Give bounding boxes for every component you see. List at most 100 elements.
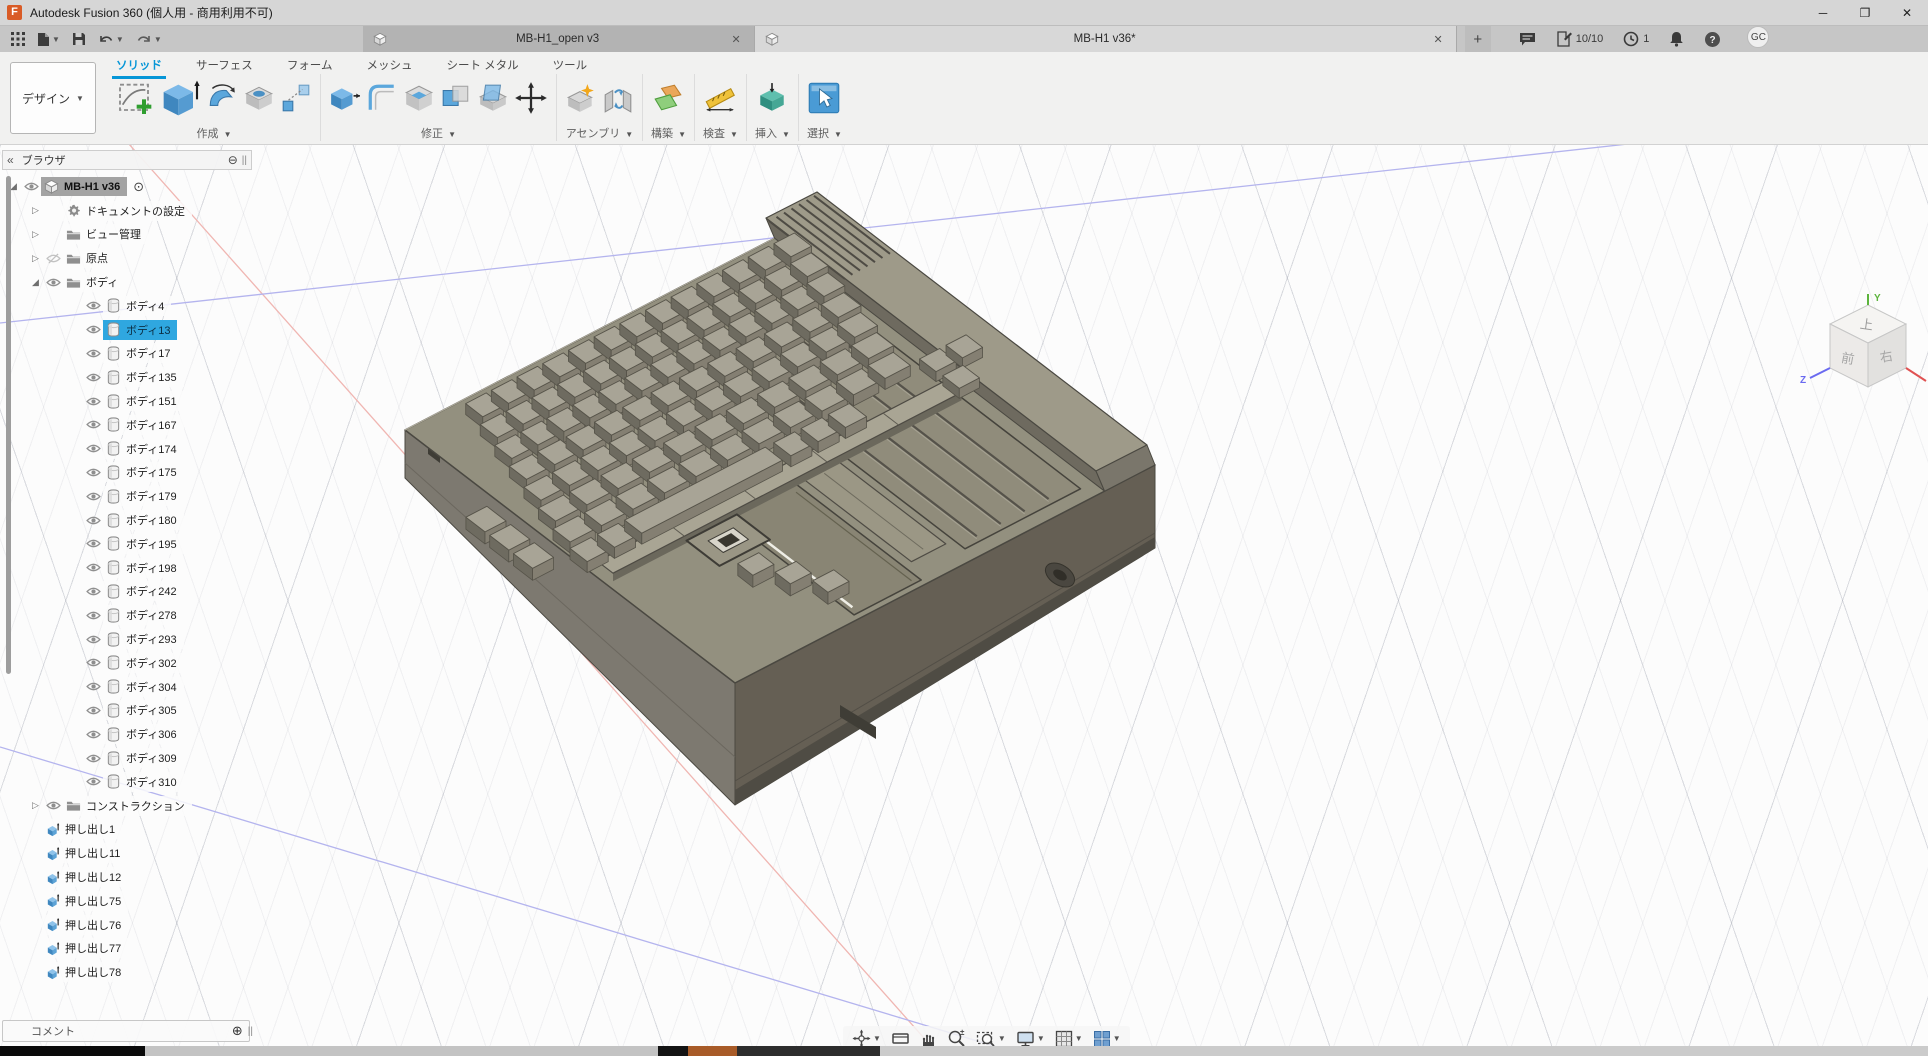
visibility-off-icon[interactable] — [43, 253, 63, 264]
tree-item-chip[interactable]: 押し出し11 — [42, 843, 127, 863]
tree-row-押し出し76[interactable]: 押し出し76 — [2, 913, 252, 937]
tree-row-ボディ17[interactable]: ボディ17 — [2, 342, 252, 366]
visibility-eye-icon[interactable] — [83, 610, 103, 621]
visibility-eye-icon[interactable] — [83, 419, 103, 430]
user-avatar[interactable]: GC — [1747, 26, 1769, 48]
tree-row-ボディ242[interactable]: ボディ242 — [2, 580, 252, 604]
group-label-construct[interactable]: 構築 ▼ — [651, 125, 686, 141]
tree-row-MB-H1 v36[interactable]: ◢MB-H1 v36⊙ — [2, 175, 252, 199]
tree-row-ボディ[interactable]: ◢ ボディ — [2, 270, 252, 294]
shell-icon[interactable] — [403, 82, 435, 114]
redo-icon[interactable]: ▼ — [131, 27, 167, 51]
visibility-eye-icon[interactable] — [83, 467, 103, 478]
combine-icon[interactable] — [440, 82, 472, 114]
file-menu-icon[interactable]: ▼ — [32, 27, 65, 51]
move-copy-icon[interactable] — [514, 81, 548, 115]
tree-item-chip[interactable]: 原点 — [63, 248, 115, 268]
visibility-eye-icon[interactable] — [83, 348, 103, 359]
tree-item-chip[interactable]: ボディ179 — [103, 486, 184, 506]
help-icon[interactable]: ? — [1704, 31, 1721, 48]
tree-row-ボディ180[interactable]: ボディ180 — [2, 508, 252, 532]
tree-row-ボディ151[interactable]: ボディ151 — [2, 389, 252, 413]
tree-item-chip[interactable]: ボディ174 — [103, 439, 184, 459]
tree-item-chip[interactable]: ボディ — [63, 272, 125, 292]
tree-item-chip[interactable]: ボディ17 — [103, 343, 177, 363]
tree-item-chip[interactable]: ボディ4 — [103, 296, 171, 316]
tree-item-chip[interactable]: ボディ180 — [103, 510, 184, 530]
add-comment-icon[interactable]: ⊕ — [232, 1023, 243, 1039]
tree-row-押し出し1[interactable]: 押し出し1 — [2, 818, 252, 842]
group-label-insert[interactable]: 挿入 ▼ — [755, 125, 790, 141]
visibility-eye-icon[interactable] — [83, 634, 103, 645]
tree-row-原点[interactable]: ▷ 原点 — [2, 246, 252, 270]
tree-item-chip[interactable]: ボディ302 — [103, 653, 184, 673]
tree-row-ビュー管理[interactable]: ▷ビュー管理 — [2, 223, 252, 247]
tree-item-chip[interactable]: ボディ278 — [103, 605, 184, 625]
insert-icon[interactable] — [756, 82, 788, 114]
panel-options-icon[interactable]: ⊖ — [228, 153, 238, 167]
visibility-eye-icon[interactable] — [83, 753, 103, 764]
browser-scrollbar[interactable] — [6, 176, 11, 674]
pattern-icon[interactable] — [280, 82, 312, 114]
visibility-eye-icon[interactable] — [83, 729, 103, 740]
tree-item-chip[interactable]: 押し出し77 — [42, 938, 128, 958]
viewcube-top-label[interactable]: 上 — [1859, 316, 1874, 333]
tree-expand-icon[interactable]: ▷ — [28, 229, 43, 240]
panel-grip-handle[interactable]: || — [242, 155, 247, 166]
job-status-icon[interactable]: 1 — [1623, 31, 1649, 47]
tree-item-chip[interactable]: ボディ293 — [103, 629, 184, 649]
press-pull-icon[interactable] — [329, 82, 361, 114]
group-label-assemble[interactable]: アセンブリ ▼ — [566, 125, 633, 141]
minimize-button[interactable]: ─ — [1802, 0, 1844, 25]
visibility-eye-icon[interactable] — [43, 800, 63, 811]
tree-item-chip[interactable]: ボディ13 — [103, 320, 177, 340]
visibility-eye-icon[interactable] — [83, 372, 103, 383]
visibility-eye-icon[interactable] — [83, 776, 103, 787]
tree-row-押し出し12[interactable]: 押し出し12 — [2, 865, 252, 889]
visibility-eye-icon[interactable] — [83, 657, 103, 668]
visibility-eye-icon[interactable] — [83, 586, 103, 597]
measure-icon[interactable] — [704, 82, 736, 114]
viewport-3d[interactable]: 上 前 右 Y Z X — [0, 145, 1928, 1056]
tree-row-ドキュメントの設定[interactable]: ▷ドキュメントの設定 — [2, 199, 252, 223]
hole-icon[interactable] — [243, 82, 275, 114]
revolve-icon[interactable] — [206, 82, 238, 114]
tree-item-chip[interactable]: ボディ175 — [103, 462, 184, 482]
tree-item-chip[interactable]: ドキュメントの設定 — [63, 201, 192, 221]
tree-row-押し出し75[interactable]: 押し出し75 — [2, 889, 252, 913]
tree-row-ボディ310[interactable]: ボディ310 — [2, 770, 252, 794]
visibility-eye-icon[interactable] — [83, 396, 103, 407]
tree-expand-icon[interactable]: ◢ — [28, 277, 43, 288]
tree-row-押し出し78[interactable]: 押し出し78 — [2, 960, 252, 984]
extensions-icon[interactable]: 10/10 — [1556, 31, 1604, 47]
notifications-bell-icon[interactable] — [1669, 31, 1684, 47]
tree-row-押し出し77[interactable]: 押し出し77 — [2, 937, 252, 961]
tree-item-chip[interactable]: MB-H1 v36 — [41, 177, 127, 196]
tree-item-chip[interactable]: ボディ242 — [103, 581, 184, 601]
tree-row-ボディ13[interactable]: ボディ13 — [2, 318, 252, 342]
tree-expand-icon[interactable]: ▷ — [28, 253, 43, 264]
browser-header[interactable]: « ブラウザ ⊖ || — [2, 150, 252, 170]
doc-tab-mb-h1[interactable]: MB-H1 v36* ✕ — [755, 26, 1457, 52]
visibility-eye-icon[interactable] — [83, 515, 103, 526]
tree-item-chip[interactable]: コンストラクション — [63, 796, 192, 816]
split-body-icon[interactable] — [477, 82, 509, 114]
collapse-panel-icon[interactable]: « — [7, 153, 14, 167]
save-icon[interactable] — [67, 27, 91, 51]
tree-item-chip[interactable]: 押し出し1 — [42, 819, 122, 839]
visibility-eye-icon[interactable] — [83, 681, 103, 692]
close-button[interactable]: ✕ — [1886, 0, 1928, 25]
construction-plane-icon[interactable] — [651, 82, 685, 114]
tree-row-ボディ305[interactable]: ボディ305 — [2, 699, 252, 723]
viewcube-right-label[interactable]: 右 — [1879, 348, 1894, 365]
visibility-eye-icon[interactable] — [83, 538, 103, 549]
tab-close-icon[interactable]: ✕ — [729, 33, 744, 46]
visibility-eye-icon[interactable] — [83, 491, 103, 502]
doc-tab-mb-h1-open[interactable]: MB-H1_open v3 ✕ — [363, 26, 755, 52]
tree-item-chip[interactable]: ボディ151 — [103, 391, 184, 411]
select-icon[interactable] — [807, 81, 841, 115]
group-label-create[interactable]: 作成 ▼ — [197, 125, 232, 141]
viewcube-front-label[interactable]: 前 — [1840, 350, 1855, 367]
tab-close-icon[interactable]: ✕ — [1431, 33, 1446, 46]
tree-row-ボディ4[interactable]: ボディ4 — [2, 294, 252, 318]
